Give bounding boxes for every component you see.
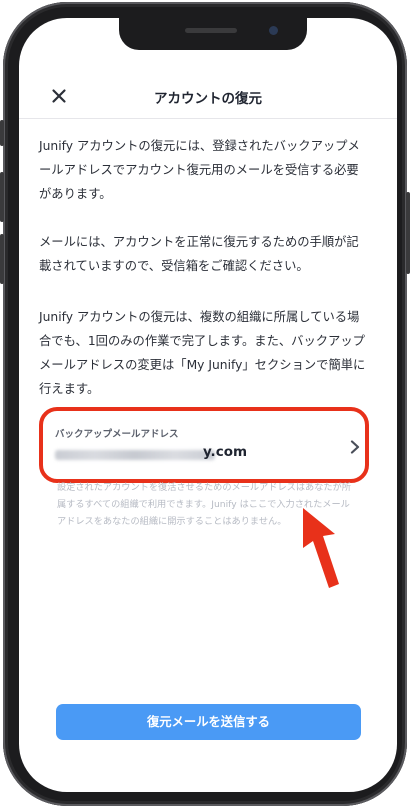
notch (119, 18, 307, 50)
send-recovery-email-button[interactable]: 復元メールを送信する (56, 704, 361, 740)
mute-switch (0, 120, 4, 146)
camera (269, 26, 278, 35)
annotation-arrow (303, 508, 339, 588)
annotation-highlight-box (39, 407, 369, 483)
phone-frame: アカウントの復元 Junify アカウントの復元には、登録されたバックアップメー… (0, 2, 410, 806)
page-title: アカウントの復元 (154, 91, 262, 107)
volume-down-button (0, 234, 4, 284)
power-button (406, 192, 410, 274)
description-paragraph-3: Junify アカウントの復元は、複数の組織に所属している場合でも、1回のみの作… (39, 310, 366, 396)
volume-up-button (0, 172, 4, 222)
nav-bar: アカウントの復元 (19, 74, 397, 119)
screen: アカウントの復元 Junify アカウントの復元には、登録されたバックアップメー… (19, 18, 397, 792)
speaker (185, 28, 237, 33)
description-paragraph-2: メールには、アカウントを正常に復元するための手順が記載されていますので、受信箱を… (39, 235, 359, 273)
description-paragraph-1: Junify アカウントの復元には、登録されたバックアップメールアドレスでアカウ… (39, 139, 360, 201)
